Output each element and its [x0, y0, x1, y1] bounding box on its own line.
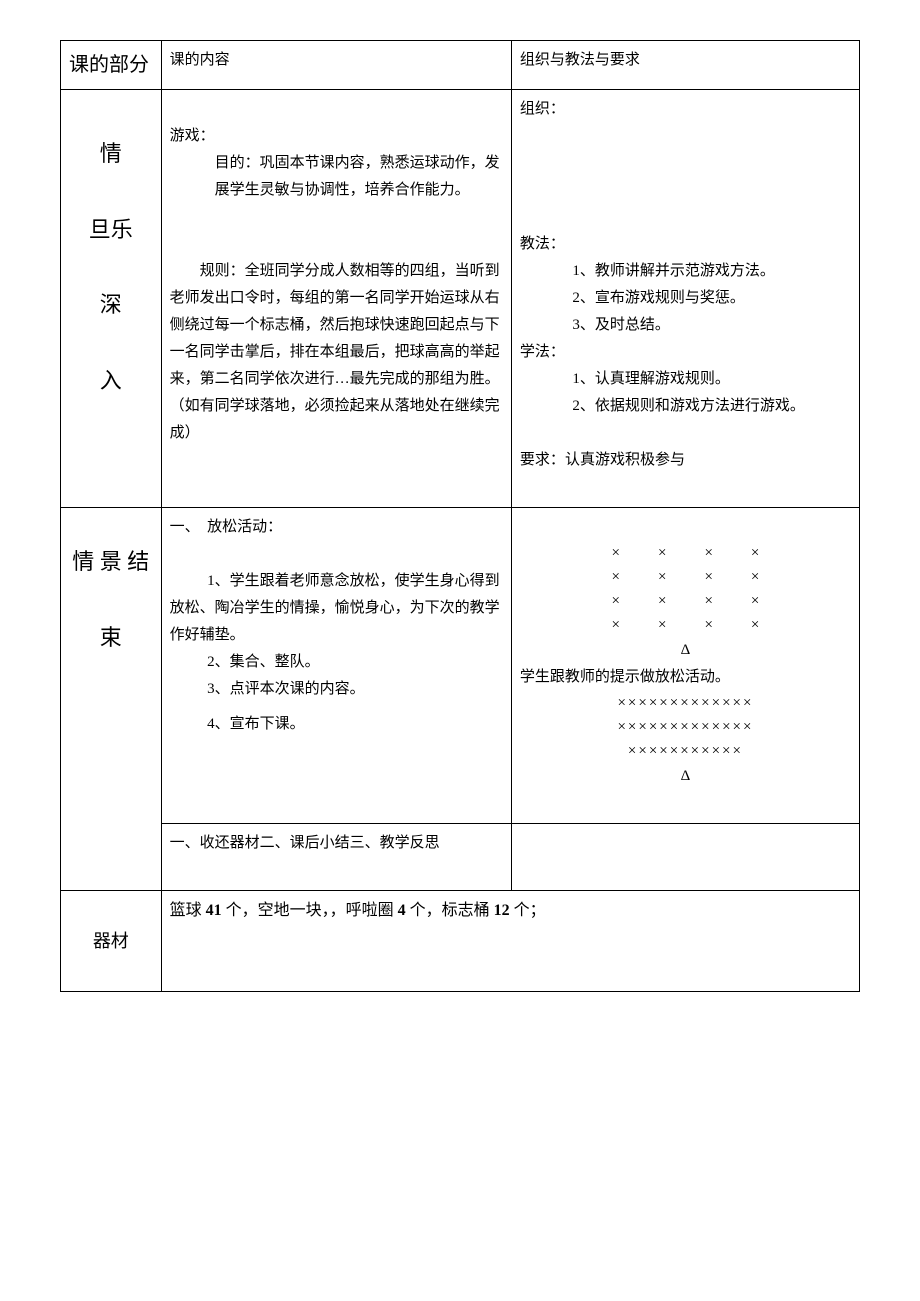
relax-item: 2、集合、整队。	[170, 649, 503, 676]
after-text: 一、收还器材二、课后小结三、教学反思	[170, 830, 503, 857]
section-char: 束	[100, 618, 122, 658]
teach-item: 2、宣布游戏规则与奖惩。	[520, 285, 851, 312]
lesson-plan-page: 课的部分 课的内容 组织与教法与要求 情 旦乐 深 入 游戏： 目的：巩固本节课…	[60, 40, 860, 992]
teach-item: 1、教师讲解并示范游戏方法。	[520, 258, 851, 285]
method-after-empty	[511, 824, 859, 891]
formation-line: ×××××××××××	[520, 739, 851, 763]
relax-item: 4、宣布下课。	[170, 711, 503, 738]
content-after: 一、收还器材二、课后小结三、教学反思	[161, 824, 511, 891]
learn-item: 1、认真理解游戏规则。	[520, 366, 851, 393]
learn-label: 学法：	[520, 339, 851, 366]
teacher-mark: Δ	[520, 763, 851, 790]
rule-label: 规则：	[170, 263, 245, 279]
header-content: 课的内容	[161, 41, 511, 90]
formation-line: ×××××××××××××	[520, 715, 851, 739]
equipment-text: 篮球	[170, 902, 206, 919]
row-equipment: 器材 篮球 41 个，空地一块，，呼啦圈 4 个，标志桶 12 个；	[61, 891, 860, 992]
relax-item: 1、学生跟着老师意念放松，使学生身心得到放松、陶冶学生的情操，愉悦身心，为下次的…	[170, 568, 503, 649]
section-label-2: 情 景 结 束	[61, 508, 162, 891]
formation-row: ××××	[520, 613, 851, 637]
equipment-num: 12	[494, 902, 510, 919]
equipment-text: 个，空地一块，，呼啦圈	[222, 902, 398, 919]
row-after: 一、收还器材二、课后小结三、教学反思	[61, 824, 860, 891]
equipment-label: 器材	[69, 897, 153, 985]
formation-row: ××××	[520, 589, 851, 613]
section-char: 情	[100, 134, 122, 174]
req-label: 要求：	[520, 452, 565, 468]
section-char: 入	[100, 361, 122, 401]
purpose-label: 目的：	[215, 155, 260, 171]
learn-item: 2、依据规则和游戏方法进行游戏。	[520, 393, 851, 420]
equipment-content: 篮球 41 个，空地一块，，呼啦圈 4 个，标志桶 12 个；	[161, 891, 859, 992]
relax-label: 一、 放松活动：	[170, 514, 503, 541]
header-section: 课的部分	[61, 41, 162, 90]
formation-row: ××××	[520, 565, 851, 589]
equipment-text: 个；	[510, 902, 546, 919]
row-ending: 情 景 结 束 一、 放松活动： 1、学生跟着老师意念放松，使学生身心得到放松、…	[61, 508, 860, 824]
content-ending: 一、 放松活动： 1、学生跟着老师意念放松，使学生身心得到放松、陶冶学生的情操，…	[161, 508, 511, 824]
header-method: 组织与教法与要求	[511, 41, 859, 90]
formation-line: ×××××××××××××	[520, 691, 851, 715]
equipment-num: 41	[206, 902, 222, 919]
teacher-mark: Δ	[520, 637, 851, 664]
section-label-equipment: 器材	[61, 891, 162, 992]
equipment-num: 4	[398, 902, 406, 919]
lesson-plan-table: 课的部分 课的内容 组织与教法与要求 情 旦乐 深 入 游戏： 目的：巩固本节课…	[60, 40, 860, 992]
method-game: 组织： 教法： 1、教师讲解并示范游戏方法。 2、宣布游戏规则与奖惩。 3、及时…	[511, 90, 859, 508]
org-label: 组织：	[520, 96, 851, 123]
header-row: 课的部分 课的内容 组织与教法与要求	[61, 41, 860, 90]
section-char: 旦乐	[89, 210, 133, 250]
requirement: 要求：认真游戏积极参与	[520, 447, 851, 474]
rule-text: 全班同学分成人数相等的四组，当听到老师发出口令时，每组的第一名同学开始运球从右侧…	[170, 263, 500, 441]
teach-item: 3、及时总结。	[520, 312, 851, 339]
purpose-block: 目的：巩固本节课内容，熟悉运球动作，发展学生灵敏与协调性，培养合作能力。	[170, 150, 503, 204]
formation-row: ××××	[520, 541, 851, 565]
section-char: 情 景 结	[72, 542, 149, 582]
follow-text: 学生跟教师的提示做放松活动。	[520, 664, 851, 691]
section-label-1: 情 旦乐 深 入	[61, 90, 162, 508]
teach-label: 教法：	[520, 231, 851, 258]
row-game: 情 旦乐 深 入 游戏： 目的：巩固本节课内容，熟悉运球动作，发展学生灵敏与协调…	[61, 90, 860, 508]
equipment-text: 个，标志桶	[406, 902, 494, 919]
rule-block: 规则：全班同学分成人数相等的四组，当听到老师发出口令时，每组的第一名同学开始运球…	[170, 258, 503, 447]
req-text: 认真游戏积极参与	[565, 452, 685, 468]
relax-item: 3、点评本次课的内容。	[170, 676, 503, 703]
game-label: 游戏：	[170, 123, 503, 150]
content-game: 游戏： 目的：巩固本节课内容，熟悉运球动作，发展学生灵敏与协调性，培养合作能力。…	[161, 90, 511, 508]
section-char: 深	[100, 285, 122, 325]
method-ending: ×××× ×××× ×××× ×××× Δ 学生跟教师的提示做放松活动。 ×××…	[511, 508, 859, 824]
